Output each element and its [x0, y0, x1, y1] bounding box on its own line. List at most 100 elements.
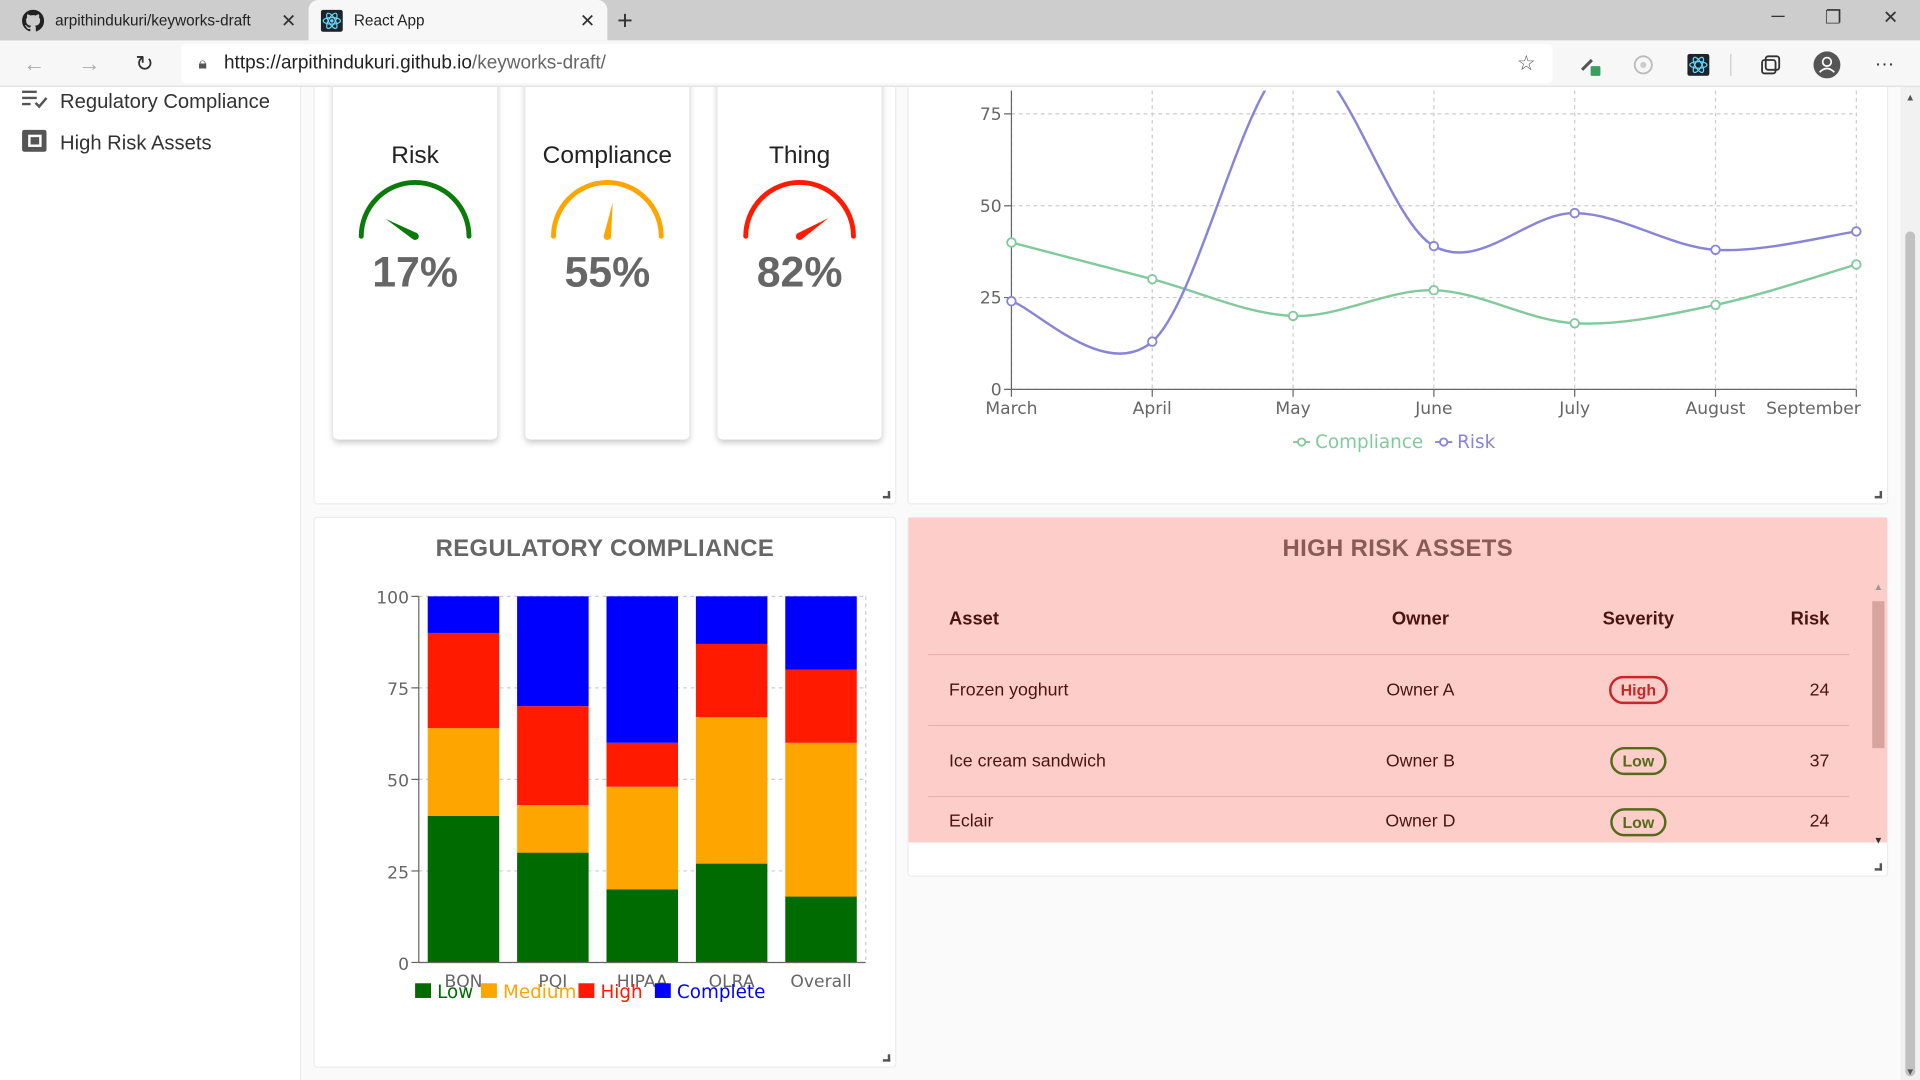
y-tick-label: 0 — [991, 381, 1002, 401]
risk-cell: 24 — [1809, 680, 1830, 700]
new-tab-button[interactable]: + — [617, 5, 633, 37]
scroll-down-icon[interactable]: ▼ — [1873, 835, 1883, 846]
bar-hipaa-complete — [606, 596, 679, 743]
browser-tab-bar: arpithindukuri/keyworks-draft ✕ React Ap… — [0, 0, 1920, 41]
y-tick-label: 50 — [980, 197, 1002, 217]
profile-avatar-icon[interactable] — [1813, 51, 1841, 79]
data-point-risk — [1006, 296, 1017, 307]
table-row[interactable]: Ice cream sandwich Owner B Low 37 — [928, 726, 1849, 798]
resize-handle[interactable] — [1874, 491, 1883, 499]
table-row[interactable]: Frozen yoghurt Owner A High 24 — [928, 655, 1849, 727]
data-point-compliance — [1710, 299, 1721, 311]
page-scrollbar[interactable]: ▲ ▼ — [1900, 86, 1920, 1080]
gauge-needle-hub — [603, 232, 612, 241]
data-point-compliance — [1851, 259, 1862, 270]
high-risk-assets-panel: HIGH RISK ASSETS Asset Owner Severity Ri… — [907, 516, 1889, 877]
gauge-value: 82% — [756, 248, 843, 297]
data-point-risk — [1851, 226, 1862, 237]
close-window-icon[interactable]: ✕ — [1866, 6, 1915, 28]
resize-handle[interactable] — [882, 1054, 891, 1062]
x-tick-label: March — [985, 399, 1037, 419]
legend-swatch — [654, 983, 671, 998]
gauge-dial — [358, 180, 472, 241]
close-tab-icon[interactable]: ✕ — [580, 9, 595, 31]
bar-overall-high — [785, 669, 857, 743]
gauge-title: Risk — [391, 142, 439, 169]
gauge-needle-hub — [795, 232, 804, 241]
data-point-compliance — [1006, 237, 1017, 248]
risk-cell: 37 — [1809, 751, 1830, 771]
gauge-arc — [358, 180, 472, 239]
bar-bqn-complete — [427, 596, 500, 633]
resize-handle[interactable] — [882, 491, 891, 499]
restore-icon[interactable]: ❐ — [1809, 6, 1858, 28]
owner-cell: Owner D — [1385, 811, 1456, 832]
gauges-panel: Risk 17% Compliance 55% Thing 82% — [313, 86, 897, 505]
legend-marker-dot — [1297, 437, 1307, 447]
y-tick-label: 0 — [398, 955, 409, 975]
more-menu-icon[interactable]: ··· — [1871, 51, 1898, 78]
page-scrollbar-thumb[interactable] — [1905, 231, 1916, 1077]
x-tick-label: July — [1558, 399, 1590, 419]
asset-cell: Eclair — [948, 811, 994, 832]
resize-handle[interactable] — [1874, 863, 1883, 871]
scroll-up-icon[interactable]: ▲ — [1905, 92, 1915, 103]
legend-label: Low — [437, 982, 473, 1003]
minimize-icon[interactable]: ─ — [1753, 6, 1802, 27]
column-header-asset[interactable]: Asset — [928, 609, 1332, 630]
x-tick-label: June — [1414, 399, 1452, 419]
column-header-owner[interactable]: Owner — [1332, 609, 1508, 630]
collections-icon[interactable] — [1757, 51, 1784, 78]
table-row[interactable]: Eclair Owner D Low 24 — [928, 797, 1849, 846]
gauge-arc — [743, 180, 856, 239]
data-point-risk — [1428, 240, 1440, 252]
legend-swatch — [480, 983, 497, 998]
column-header-risk[interactable]: Risk — [1768, 609, 1849, 630]
line-chart-panel: 0 25 50 75 March April May June July August Septem… — [907, 86, 1889, 505]
tab-react-app[interactable]: React App ✕ — [308, 0, 608, 41]
regulatory-compliance-panel: REGULATORY COMPLIANCE 0 25 50 75 100 BQN PQI HI… — [313, 516, 897, 1068]
owner-cell: Owner B — [1385, 751, 1455, 771]
bar-overall-medium — [785, 742, 857, 897]
legend-marker-dot — [1439, 437, 1449, 447]
line-chart: 0 25 50 75 March April May June July August Septem… — [980, 90, 1862, 453]
data-point-compliance — [1287, 310, 1299, 322]
legend-label: Complete — [677, 982, 765, 1003]
url-input[interactable]: 🔒︎ https://arpithindukuri.github.io/keyw… — [181, 44, 1553, 84]
owner-cell: Owner A — [1386, 680, 1455, 700]
lock-icon: 🔒︎ — [198, 53, 207, 73]
close-tab-icon[interactable]: ✕ — [281, 9, 296, 31]
sidebar-item-regulatory-compliance[interactable]: Regulatory Compliance — [22, 89, 270, 115]
bar-olra-medium — [695, 717, 768, 864]
scroll-up-icon[interactable]: ▲ — [1873, 582, 1883, 593]
table-scrollbar[interactable]: ▲ ▼ — [1870, 582, 1887, 846]
scrollbar-thumb[interactable] — [1872, 601, 1885, 749]
bar-olra-low — [695, 863, 768, 963]
column-header-severity[interactable]: Severity — [1509, 609, 1769, 630]
tab-title: React App — [353, 11, 425, 29]
risk-cell: 24 — [1809, 811, 1830, 832]
data-point-risk — [1569, 207, 1580, 219]
extension-icon[interactable] — [1630, 51, 1657, 78]
high-risk-assets-title: HIGH RISK ASSETS — [1282, 535, 1514, 563]
x-tick-label: April — [1133, 399, 1172, 419]
gauge-card-risk: Risk 17% — [333, 86, 498, 440]
forward-button[interactable]: → — [73, 48, 105, 80]
bar-hipaa-medium — [606, 786, 679, 890]
react-devtools-icon[interactable] — [1685, 51, 1712, 78]
sidebar-item-label: High Risk Assets — [60, 132, 212, 155]
bar-overall-complete — [785, 596, 857, 670]
refresh-button[interactable]: ↻ — [129, 48, 161, 80]
asset-icon — [22, 129, 49, 158]
sidebar-item-high-risk-assets[interactable]: High Risk Assets — [22, 129, 212, 158]
bar-olra-high — [695, 643, 768, 718]
bar-bqn-high — [427, 632, 500, 729]
back-button[interactable]: ← — [18, 48, 50, 80]
gauge-card-compliance: Compliance 55% — [525, 86, 690, 440]
x-tick-label: September — [1766, 399, 1862, 419]
extension-icon[interactable] — [1576, 51, 1603, 78]
add-favorite-icon[interactable]: ☆ — [1517, 51, 1536, 75]
scroll-down-icon[interactable]: ▼ — [1905, 1067, 1915, 1078]
tab-github[interactable]: arpithindukuri/keyworks-draft ✕ — [0, 0, 309, 41]
y-tick-label: 25 — [387, 863, 409, 883]
